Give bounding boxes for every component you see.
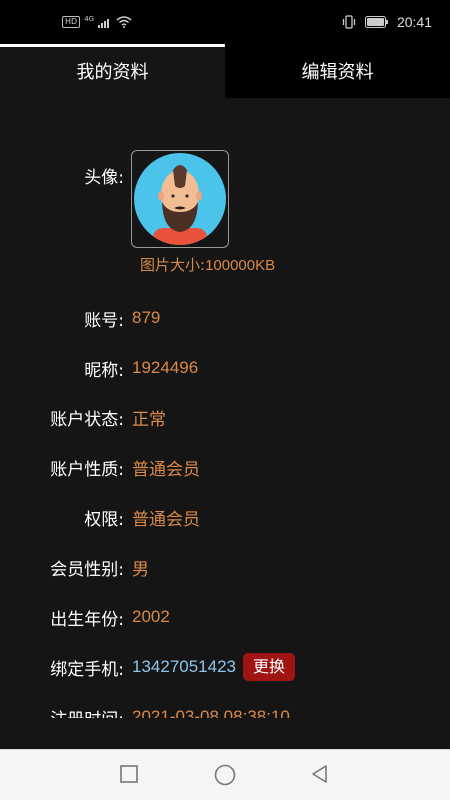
status-bar: HD 4G 20:41 xyxy=(0,0,450,44)
avatar[interactable] xyxy=(131,150,229,248)
phone-label: 绑定手机: xyxy=(50,659,124,680)
system-navigation-bar xyxy=(0,749,450,800)
image-size-label: 图片大小: xyxy=(140,256,206,274)
permission-label: 权限: xyxy=(84,509,124,530)
type-value: 普通会员 xyxy=(132,459,200,480)
account-row: 账号: 879 xyxy=(0,303,450,333)
vibrate-icon xyxy=(342,15,356,29)
status-left: HD 4G xyxy=(62,15,132,28)
nickname-value: 1924496 xyxy=(132,358,199,377)
account-value: 879 xyxy=(132,308,161,327)
battery-icon xyxy=(364,16,388,28)
register-time-row: 注册时间: 2021-03-08 08:38:10 xyxy=(0,702,450,718)
type-label: 账户性质: xyxy=(50,459,124,480)
phone-value: 13427051423 xyxy=(132,657,237,676)
permission-row: 权限: 普通会员 xyxy=(0,502,450,532)
change-phone-button[interactable]: 更换 xyxy=(243,653,296,681)
recent-apps-icon[interactable] xyxy=(118,763,140,785)
register-time-value: 2021-03-08 08:38:10 xyxy=(132,707,290,718)
back-icon[interactable] xyxy=(309,763,331,785)
image-size-info: 图片大小:100000KB xyxy=(140,254,275,275)
image-size-value: 100000KB xyxy=(205,257,276,274)
status-label: 账户状态: xyxy=(50,409,124,430)
nickname-label: 昵称: xyxy=(84,360,124,381)
register-time-label: 注册时间: xyxy=(0,705,124,719)
permission-value: 普通会员 xyxy=(132,509,200,530)
status-right: 20:41 xyxy=(341,14,432,30)
status-row: 账户状态: 正常 xyxy=(0,402,450,432)
network-type-label: 4G xyxy=(84,15,95,23)
type-row: 账户性质: 普通会员 xyxy=(0,452,450,482)
birth-year-row: 出生年份: 2002 xyxy=(0,602,450,632)
account-label: 账号: xyxy=(84,310,124,331)
tab-my-profile[interactable]: 我的资料 xyxy=(0,44,225,98)
birth-year-label: 出生年份: xyxy=(50,609,124,630)
gender-label: 会员性别: xyxy=(50,559,124,580)
tab-edit-profile[interactable]: 编辑资料 xyxy=(225,44,450,98)
signal-icon xyxy=(98,18,110,28)
gender-value: 男 xyxy=(132,559,149,580)
gender-row: 会员性别: 男 xyxy=(0,552,450,582)
nickname-row: 昵称: 1924496 xyxy=(0,353,450,383)
wifi-icon xyxy=(116,16,132,28)
home-icon[interactable] xyxy=(213,763,237,787)
birth-year-value: 2002 xyxy=(132,607,170,626)
tab-bar: 我的资料 编辑资料 xyxy=(0,44,450,98)
status-value: 正常 xyxy=(132,409,166,430)
profile-content: 头像: 图片大小:100000KB 账号: 879 昵称: 1924496 账户… xyxy=(0,98,450,718)
avatar-label: 头像: xyxy=(84,167,124,188)
clock: 20:41 xyxy=(396,14,432,30)
hd-icon: HD xyxy=(62,16,81,28)
phone-row: 绑定手机: 13427051423 更换 xyxy=(0,652,450,682)
avatar-image xyxy=(134,153,226,245)
